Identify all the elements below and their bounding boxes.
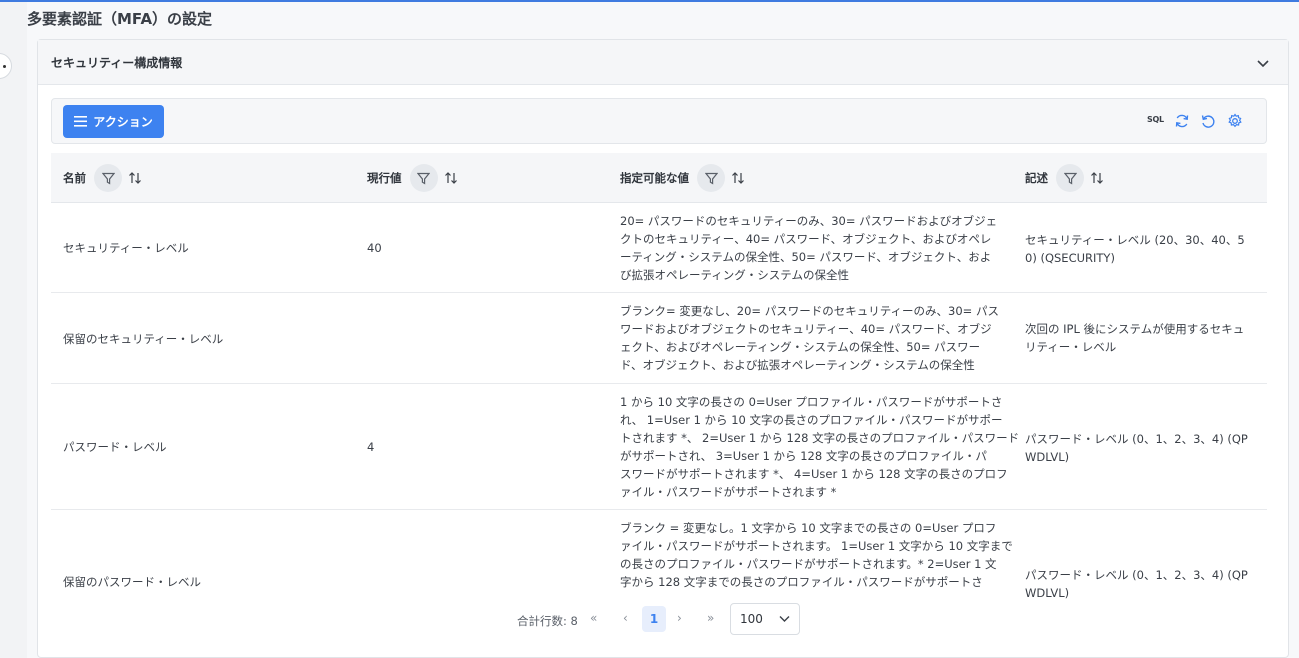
table-row[interactable]: パスワード・レベル 4 1 から 10 文字の長さの 0=User プロファイル… [51, 384, 1267, 510]
text-line: 0) (QSECURITY) [1025, 251, 1115, 265]
table-row[interactable]: 保留のセキュリティー・レベル ブランク= 変更なし、20= パスワードのセキュリ… [51, 293, 1267, 384]
action-button-label: アクション [93, 115, 153, 129]
text-line: ド、オブジェクト、および拡張オペレーティング・システムの保全性 [620, 358, 975, 372]
side-panel-toggle[interactable] [0, 53, 12, 79]
chevron-down-icon[interactable] [1256, 56, 1270, 70]
sort-icon[interactable] [731, 171, 745, 185]
text-line: パスワード・レベル (0、1、2、3、4) (QP [1025, 568, 1248, 582]
text-line: 1 から 10 文字の長さの 0=User プロファイル・パスワードがサポートさ [620, 395, 1003, 409]
sort-icon[interactable] [444, 171, 458, 185]
text-line: リティー・レベル [1025, 340, 1117, 354]
cell-allowed-values: 20= パスワードのセキュリティーのみ、30= パスワードおよびオブジェ クトの… [620, 212, 997, 284]
cell-allowed-values: 1 から 10 文字の長さの 0=User プロファイル・パスワードがサポートさ… [620, 393, 1019, 501]
column-header-current-value: 現行値 [367, 153, 458, 203]
cell-name: セキュリティー・レベル [63, 241, 189, 255]
column-header-allowed-values: 指定可能な値 [620, 153, 745, 203]
text-line: ブランク= 変更なし、20= パスワードのセキュリティーのみ、30= パス [620, 304, 999, 318]
page: 多要素認証（MFA）の設定 セキュリティー構成情報 アクション SQL 名前 現… [27, 2, 1299, 658]
text-line: 字から 128 文字までの長さのプロファイル・パスワードがサポートさ [620, 575, 983, 589]
text-line: れ、 1=User 1 から 10 文字の長さのプロファイル・パスワードがサポー [620, 413, 1003, 427]
text-line: スワードがサポートされます *、 4=User 1 から 128 文字の長さのプ… [620, 467, 1008, 481]
table-header: 名前 現行値 指定可能な値 記述 [51, 153, 1267, 203]
first-page-button[interactable]: « [590, 611, 597, 625]
total-rows-label: 合計行数: 8 [517, 614, 578, 628]
gear-icon[interactable] [1227, 113, 1243, 129]
text-line: 20= パスワードのセキュリティーのみ、30= パスワードおよびオブジェ [620, 214, 998, 228]
prev-page-button[interactable]: ‹ [623, 611, 628, 625]
text-line: ァイル・パスワードがサポートされます * [620, 485, 837, 499]
text-line: の長さのプロファイル・パスワードがサポートされます。* 2=User 1 文 [620, 557, 997, 571]
column-header-description: 記述 [1025, 153, 1104, 203]
text-line: ァイル・パスワードがサポートされます。 1=User 1 文字から 10 文字ま… [620, 539, 1013, 553]
column-header-label: 記述 [1025, 171, 1048, 185]
text-line: セキュリティー・レベル (20、30、40、5 [1025, 233, 1245, 247]
menu-icon [74, 116, 88, 127]
cell-name: 保留のパスワード・レベル [63, 575, 201, 589]
column-header-label: 現行値 [367, 171, 402, 185]
text-line: ブランク = 変更なし。1 文字から 10 文字までの長さの 0=User プロ… [620, 521, 997, 535]
page-size-value: 100 [740, 612, 763, 626]
security-config-card: セキュリティー構成情報 アクション SQL 名前 現行値 指定可能な値 記述 セ… [37, 39, 1289, 658]
text-line: WDLVL) [1025, 586, 1070, 600]
filter-icon[interactable] [409, 164, 438, 192]
action-button[interactable]: アクション [63, 105, 164, 138]
pagination: 合計行数: 8 « ‹ 1 › » 100 [38, 603, 1290, 639]
cell-description: 次回の IPL 後にシステムが使用するセキュ リティー・レベル [1025, 320, 1244, 356]
filter-icon[interactable] [94, 164, 122, 192]
text-line: 次回の IPL 後にシステムが使用するセキュ [1025, 322, 1245, 336]
cell-description: パスワード・レベル (0、1、2、3、4) (QP WDLVL) [1025, 430, 1248, 466]
text-line: び拡張オペレーティング・システムの保全性 [620, 268, 849, 282]
chevron-down-icon [779, 616, 790, 622]
cell-allowed-values: ブランク = 変更なし。1 文字から 10 文字までの長さの 0=User プロ… [620, 519, 1013, 591]
next-page-button[interactable]: › [677, 611, 682, 625]
cell-name: 保留のセキュリティー・レベル [63, 332, 224, 346]
sort-icon[interactable] [1090, 171, 1104, 185]
text-line: トされます *、 2=User 1 から 128 文字の長さのプロファイル・パス… [620, 431, 1020, 445]
sql-icon[interactable]: SQL [1147, 115, 1164, 131]
column-header-label: 名前 [63, 171, 86, 185]
page-size-select[interactable]: 100 [730, 603, 800, 635]
reset-icon[interactable] [1200, 113, 1216, 129]
filter-icon[interactable] [1056, 164, 1084, 192]
text-line: がサポートされ、 3=User 1 から 128 文字の長さのプロファイル・パ [620, 449, 987, 463]
text-line: クトのセキュリティー、40= パスワード、オブジェクト、およびオペレ [620, 232, 992, 246]
cell-allowed-values: ブランク= 変更なし、20= パスワードのセキュリティーのみ、30= パス ワー… [620, 302, 999, 374]
card-header[interactable]: セキュリティー構成情報 [38, 40, 1288, 85]
cell-description: セキュリティー・レベル (20、30、40、5 0) (QSECURITY) [1025, 231, 1245, 267]
text-line: ェクト、およびオペレーティング・システムの保全性、50= パスワー [620, 340, 981, 354]
toolbar: アクション SQL [51, 98, 1267, 144]
filter-icon[interactable] [697, 164, 725, 192]
refresh-icon[interactable] [1174, 113, 1190, 129]
column-header-label: 指定可能な値 [620, 171, 689, 185]
cell-name: パスワード・レベル [63, 440, 167, 454]
column-header-name: 名前 [63, 153, 142, 203]
cell-description: パスワード・レベル (0、1、2、3、4) (QP WDLVL) [1025, 566, 1248, 602]
cell-current-value: 4 [367, 440, 375, 454]
table-body: セキュリティー・レベル 40 20= パスワードのセキュリティーのみ、30= パ… [51, 203, 1267, 635]
text-line: ワードおよびオブジェクトのセキュリティー、40= パスワード、オブジ [620, 322, 992, 336]
page-title: 多要素認証（MFA）の設定 [27, 10, 213, 28]
current-page-button[interactable]: 1 [642, 606, 666, 632]
text-line: WDLVL) [1025, 450, 1070, 464]
last-page-button[interactable]: » [707, 611, 714, 625]
card-title: セキュリティー構成情報 [51, 56, 183, 70]
sort-icon[interactable] [128, 171, 142, 185]
text-line: パスワード・レベル (0、1、2、3、4) (QP [1025, 432, 1248, 446]
text-line: ーティング・システムの保全性、50= パスワード、オブジェクト、およ [620, 250, 992, 264]
table-row[interactable]: セキュリティー・レベル 40 20= パスワードのセキュリティーのみ、30= パ… [51, 203, 1267, 293]
cell-current-value: 40 [367, 241, 382, 255]
